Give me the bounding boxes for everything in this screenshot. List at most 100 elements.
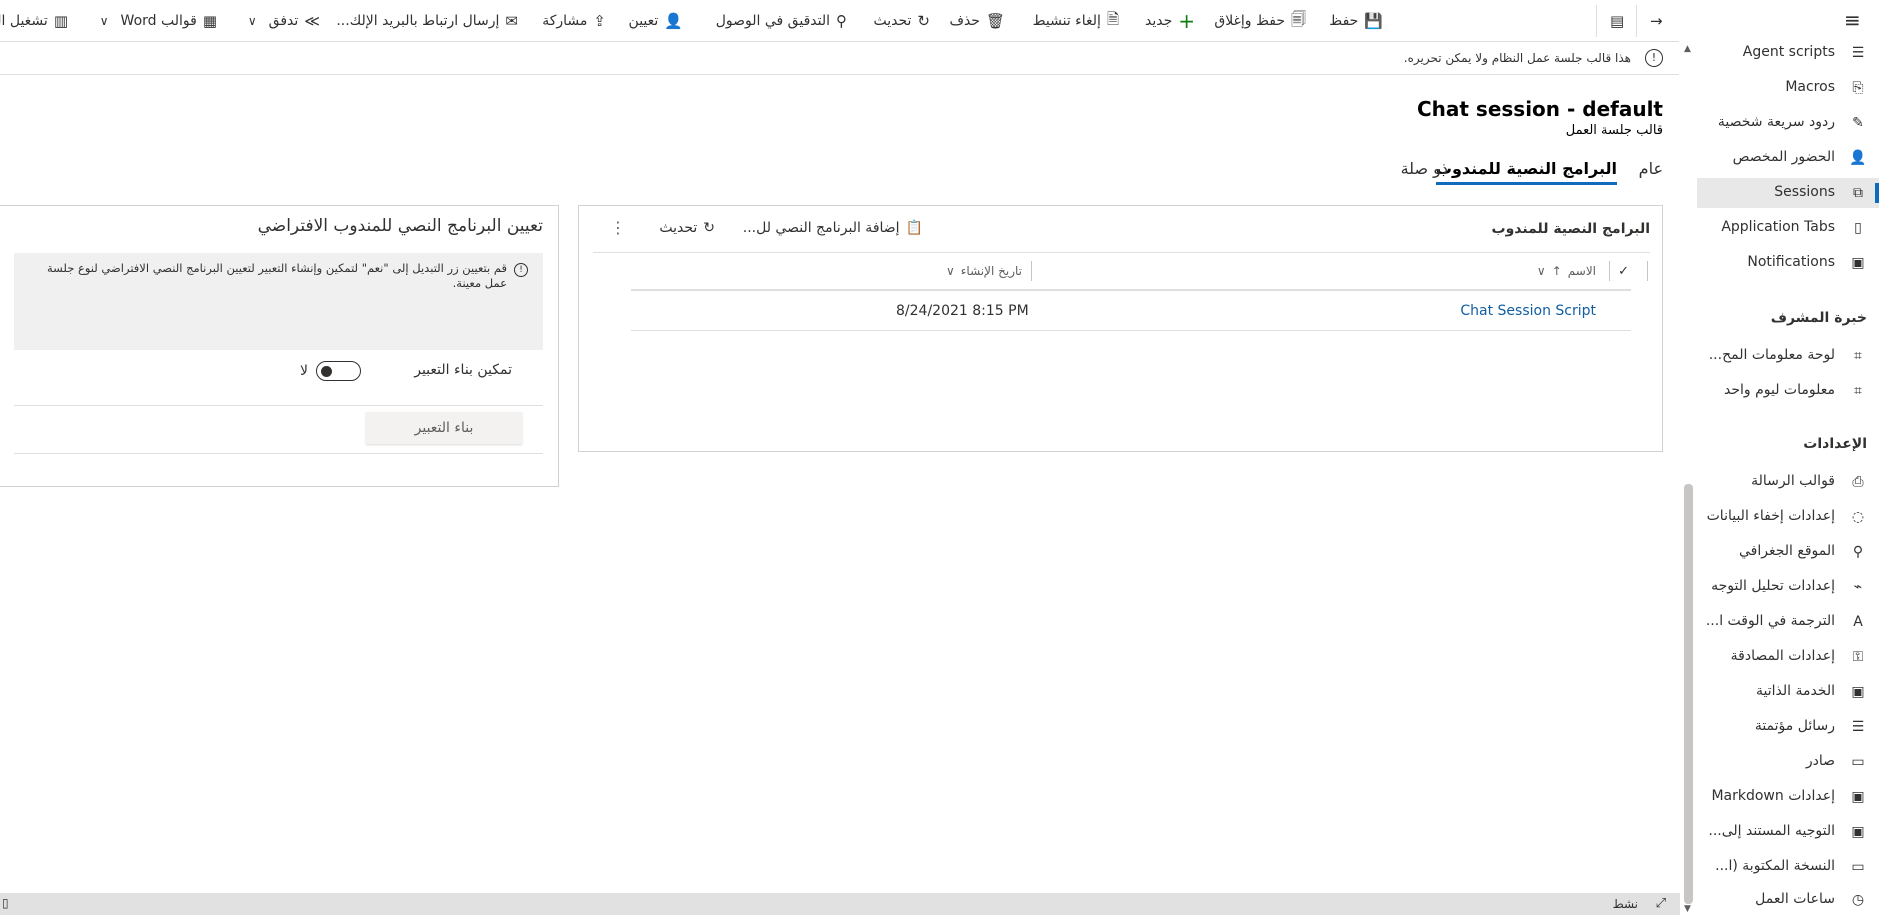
record-title: Chat session - default [1416,97,1663,121]
nav-item-notifications[interactable]: ▣ Notifications [1697,248,1879,278]
nav-item-message-templates[interactable]: ⎙ قوالب الرسالة [1697,467,1879,497]
back-button[interactable]: → [1650,10,1663,32]
info-icon: ! [514,263,528,277]
sessions-icon: ⧉ [1853,185,1863,201]
hamburger-menu-icon[interactable]: ≡ [1844,8,1861,32]
add-document-icon: 📋 [905,220,923,236]
nav-item-operating-hours[interactable]: ◷ ساعات العمل [1697,885,1879,915]
add-script-label: إضافة البرنامج النصي لل... [742,220,900,236]
message-templates-icon: ⎙ [1852,474,1864,490]
nav-item-dashboard[interactable]: ⌗ لوحة معلومات المح... [1697,341,1879,371]
nav-item-sessions[interactable]: ⧉ Sessions [1697,178,1879,208]
row-name-link[interactable]: Chat Session Script [1460,303,1596,319]
toggle-value: لا [300,363,308,379]
form-selector-button[interactable]: ▤ [1610,10,1624,32]
nav-item-transcript[interactable]: ▭ النسخة المكتوبة (ا... [1697,852,1879,882]
flow-label: تدفق [268,13,299,29]
scroll-thumb[interactable] [1684,484,1693,904]
nav-item-macros[interactable]: ⎘ Macros [1697,73,1879,103]
save-close-button[interactable]: 🗐 حفظ وإغلاق [1214,10,1306,32]
nav-label: ردود سريعة شخصية [1717,114,1835,130]
enable-expression-toggle[interactable] [316,361,361,381]
open-window-icon[interactable]: ⤢ [1656,896,1666,911]
nav-item-custom-presence[interactable]: 👤 الحضور المخصص [1697,143,1879,173]
self-service-icon: ▣ [1851,684,1865,700]
check-access-button[interactable]: ⚲ التدقيق في الوصول [716,10,847,32]
nav-item-outbound[interactable]: ▭ صادر [1697,747,1879,777]
toggle-knob [321,366,332,377]
nav-scrollbar[interactable]: ▲ ▼ [1680,34,1697,915]
refresh-icon: ↻ [917,12,930,30]
nav-item-markdown[interactable]: ▣ إعدادات Markdown [1697,782,1879,812]
run-report-button[interactable]: ▥تشغيل التقرير∨ [0,10,68,32]
save-button[interactable]: 💾 حفظ [1329,10,1383,32]
nav-item-automated-messages[interactable]: ☰ رسائل مؤتمتة [1697,712,1879,742]
nav-item-self-service[interactable]: ▣ الخدمة الذاتية [1697,677,1879,707]
word-templates-label: قوالب Word [120,13,197,29]
subgrid-refresh-button[interactable]: ↻ تحديث [659,220,715,236]
check-access-icon: ⚲ [836,12,847,30]
nav-item-quick-replies[interactable]: ✎ ردود سريعة شخصية [1697,108,1879,138]
email-link-button[interactable]: ✉ إرسال ارتباط بالبريد الإلك... [336,10,518,32]
column-header-created-on[interactable]: تاريخ الإنشاء ∨ [946,264,1022,278]
email-link-icon: ✉ [505,12,518,30]
chevron-down-icon: ∨ [945,264,955,278]
refresh-label: تحديث [873,13,912,29]
save-label: حفظ [1329,13,1359,29]
nav-item-sentiment[interactable]: ⌁ إعدادات تحليل التوجه [1697,572,1879,602]
dashboard-icon: ⌗ [1854,348,1862,364]
word-templates-button[interactable]: ▦ قوالب Word ∨ [100,10,217,32]
scroll-down-icon[interactable]: ▼ [1684,904,1691,914]
application-tabs-icon: ▯ [1854,220,1862,236]
chevron-down-icon: ∨ [1536,264,1546,278]
select-all-checkmark[interactable]: ✓ [1618,264,1629,279]
tab-related[interactable]: ذو صلة [1401,159,1448,178]
deactivate-label: إلغاء تنشيط [1032,13,1101,29]
nav-label: الترجمة في الوقت ا... [1705,613,1835,629]
notifications-icon: ▣ [1851,255,1865,271]
command-bar: → ▤ 💾 حفظ 🗐 حفظ وإغلاق + جديد 🗎 إلغاء تنشيط … [0,0,1679,42]
nav-item-routing[interactable]: ▣ التوجيه المستند إلى... [1697,817,1879,847]
info-text: قم بتعيين زر التبديل إلى "نعم" لتمكين وإ… [47,261,507,290]
nav-label: رسائل مؤتمتة [1754,718,1835,734]
macros-icon: ⎘ [1852,80,1864,96]
build-expression-button[interactable]: بناء التعبير [366,412,522,444]
column-separator [1647,261,1648,281]
nav-item-data-masking[interactable]: ◌ إعدادات إخفاء البيانات [1697,502,1879,532]
delete-button[interactable]: 🗑 حذف [949,10,1005,32]
nav-label: Macros [1785,79,1835,95]
default-script-title: تعيين البرنامج النصي للمندوب الافتراضي [257,216,543,236]
separator [1636,5,1637,37]
tab-agent-scripts[interactable]: البرامج النصية للمندوب [1435,159,1618,185]
nav-item-geo-location[interactable]: ⚲ الموقع الجغرافي [1697,537,1879,567]
nav-item-authentication[interactable]: ⚿ إعدادات المصادقة [1697,642,1879,672]
nav-label: Sessions [1774,184,1835,200]
scroll-up-icon[interactable]: ▲ [1684,44,1691,54]
more-options-icon[interactable]: ⋮ [610,218,626,237]
flow-button[interactable]: ≫ تدفق ∨ [248,10,320,32]
enable-expression-label: تمكين بناء التعبير [414,362,512,378]
add-script-button[interactable]: 📋 إضافة البرنامج النصي لل... [743,220,923,236]
nav-item-application-tabs[interactable]: ▯ Application Tabs [1697,213,1879,243]
column-header-name[interactable]: الاسم ↑ ∨ [1537,264,1596,278]
nav-label: Notifications [1747,254,1835,270]
nav-item-intraday[interactable]: ⌗ معلومات ليوم واحد [1697,376,1879,406]
nav-item-translation[interactable]: A الترجمة في الوقت ا... [1697,607,1879,637]
refresh-button[interactable]: ↻ تحديث [873,10,930,32]
deactivate-button[interactable]: 🗎 إلغاء تنشيط [1033,10,1119,32]
save-close-icon: 🗐 [1291,9,1306,28]
delete-label: حذف [949,13,980,29]
new-label: جديد [1144,13,1173,29]
tab-general[interactable]: عام [1639,159,1663,178]
divider [593,252,1650,253]
report-icon: ▥ [53,12,68,30]
divider [14,453,543,454]
deactivate-icon: 🗎 [1106,9,1119,28]
column-separator [1609,261,1610,281]
created-header-label: تاريخ الإنشاء [960,264,1022,278]
share-button[interactable]: ⇪ مشاركة [542,10,606,32]
email-link-label: إرسال ارتباط بالبريد الإلك... [336,13,500,29]
assign-button[interactable]: 👤 تعيين [629,10,683,32]
nav-item-agent-scripts[interactable]: ☰ Agent scripts [1697,38,1879,68]
new-button[interactable]: + جديد [1144,9,1195,33]
